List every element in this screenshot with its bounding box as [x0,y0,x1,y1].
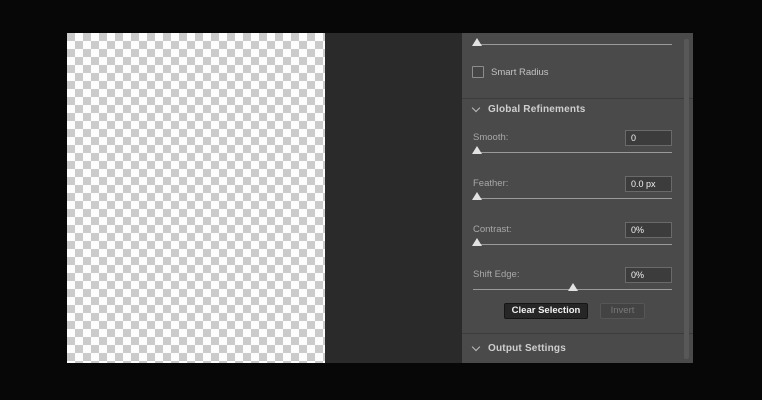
output-settings-header[interactable]: Output Settings [471,342,566,354]
smart-radius-label: Smart Radius [491,66,549,78]
contrast-slider-track [473,244,672,245]
clear-selection-button[interactable]: Clear Selection [504,303,588,319]
global-refinements-header[interactable]: Global Refinements [471,103,586,115]
smooth-control: Smooth: 0 [471,130,672,164]
smooth-slider-track [473,152,672,153]
divider [462,333,693,334]
shift-edge-control: Shift Edge: 0% [473,267,672,301]
shift-edge-slider-thumb[interactable] [567,283,578,291]
feather-slider-track [473,198,672,199]
smart-radius-row: Smart Radius [472,65,549,79]
shift-edge-slider[interactable] [473,281,672,295]
chevron-down-icon [471,342,481,352]
radius-slider[interactable] [471,36,672,50]
contrast-slider-thumb[interactable] [471,238,482,246]
smart-radius-checkbox[interactable] [472,66,484,78]
canvas-pasteboard [325,33,462,363]
smooth-slider[interactable] [471,144,672,158]
section-title: Output Settings [488,342,566,354]
invert-button[interactable]: Invert [600,303,645,319]
feather-slider-thumb[interactable] [471,192,482,200]
feather-control: Feather: 0.0 px [471,176,672,210]
section-title: Global Refinements [488,103,586,115]
panel-scrollbar[interactable] [684,39,689,359]
properties-panel: Smart Radius Global Refinements Smooth: … [462,33,693,363]
contrast-slider[interactable] [471,236,672,250]
transparent-document-canvas[interactable] [67,33,325,363]
radius-slider-track [473,44,672,45]
feather-slider[interactable] [471,190,672,204]
divider [462,98,693,99]
radius-slider-thumb[interactable] [471,38,482,46]
contrast-control: Contrast: 0% [471,222,672,256]
smooth-slider-thumb[interactable] [471,146,482,154]
chevron-down-icon [471,103,481,113]
screen: Smart Radius Global Refinements Smooth: … [0,0,762,400]
